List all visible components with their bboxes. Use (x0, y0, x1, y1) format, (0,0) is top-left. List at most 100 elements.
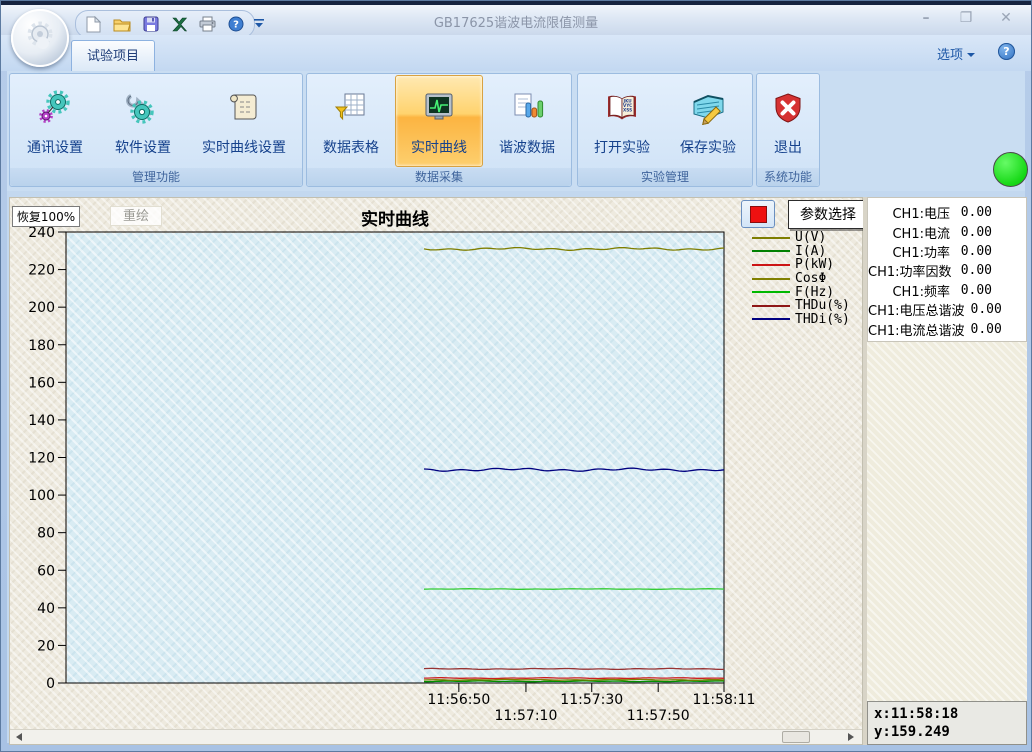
help-icon[interactable]: ? (228, 16, 244, 32)
quick-access-toolbar: ? (75, 10, 255, 38)
app-window: GB17625谐波电流限值测量 – ❐ ✕ (0, 0, 1032, 752)
gears-icon (37, 89, 73, 127)
svg-text:20: 20 (37, 638, 55, 654)
reading-label: CH1:电流 (868, 223, 950, 242)
options-menu[interactable]: 选项 (937, 44, 975, 63)
group-label-experiment: 实验管理 (578, 168, 752, 186)
legend-swatch (752, 291, 790, 293)
legend-label: THDi(%) (795, 312, 850, 327)
qat-customize-icon[interactable] (253, 14, 267, 30)
svg-text:180: 180 (28, 338, 55, 354)
ribbon: 通讯设置 软件设置 (7, 71, 1025, 191)
reading-row: CH1:电压总谐波0.00 (868, 300, 1026, 319)
scroll-left-arrow-icon[interactable] (16, 733, 22, 741)
svg-text:220: 220 (28, 263, 55, 279)
side-panel-background (867, 342, 1027, 701)
reading-value: 0.00 (965, 322, 1002, 337)
chart-legend: U(V) I(A) P(kW) CosΦ F(Hz) THDu(%) THDi(… (752, 231, 868, 326)
scroll-right-arrow-icon[interactable] (848, 733, 854, 741)
legend-swatch (752, 264, 790, 266)
maximize-button[interactable]: ❐ (953, 9, 979, 27)
cursor-x: x:11:58:18 (874, 705, 1020, 723)
channel-readings-panel: CH1:电压0.00 CH1:电流0.00 CH1:功率0.00 CH1:功率因… (867, 197, 1027, 342)
data-table-icon (333, 89, 369, 127)
svg-text:0: 0 (46, 676, 55, 692)
button-software-settings[interactable]: 软件设置 (99, 76, 187, 166)
plot-area[interactable] (67, 233, 724, 683)
svg-text:40: 40 (37, 601, 55, 617)
reading-row: CH1:功率因数0.00 (868, 261, 1026, 280)
svg-text:200: 200 (28, 300, 55, 316)
button-label: 打开实验 (594, 137, 650, 157)
reading-row: CH1:电流总谐波0.00 (868, 319, 1026, 338)
chevron-down-icon (967, 53, 975, 57)
reading-row: CH1:频率0.00 (868, 281, 1026, 300)
reading-row: CH1:功率0.00 (868, 242, 1026, 261)
ribbon-group-experiment: JKU VYC XSS 打开实验 (577, 73, 753, 187)
button-label: 实时曲线 (411, 137, 467, 157)
options-label: 选项 (937, 44, 963, 63)
button-label: 数据表格 (323, 137, 379, 157)
close-button[interactable]: ✕ (993, 9, 1019, 27)
legend-item: THDi(%) (752, 313, 868, 327)
ribbon-group-system: 退出 系统功能 (756, 73, 820, 187)
group-label-data-acquisition: 数据采集 (307, 168, 571, 186)
legend-item: U(V) (752, 231, 868, 245)
new-document-icon[interactable] (86, 16, 101, 33)
legend-swatch (752, 278, 790, 280)
print-icon[interactable] (199, 16, 216, 32)
svg-text:11:57:50: 11:57:50 (627, 708, 690, 724)
legend-swatch (752, 305, 790, 307)
reading-value: 0.00 (952, 263, 992, 278)
button-save-experiment[interactable]: 保存实验 (665, 76, 751, 166)
legend-item: P(kW) (752, 258, 868, 272)
button-exit[interactable]: 退出 (759, 76, 817, 166)
legend-item: THDu(%) (752, 299, 868, 313)
button-open-experiment[interactable]: JKU VYC XSS 打开实验 (579, 76, 665, 166)
legend-item: CosΦ (752, 272, 868, 286)
svg-text:120: 120 (28, 451, 55, 467)
realtime-curve-panel: 24022020018016014012010080604020011:56:5… (9, 197, 863, 745)
button-label: 通讯设置 (27, 137, 83, 157)
cursor-y: y:159.249 (874, 723, 1020, 741)
reading-label: CH1:电压总谐波 (868, 300, 965, 319)
button-communication-settings[interactable]: 通讯设置 (11, 76, 99, 166)
reading-label: CH1:电压 (868, 203, 950, 222)
excel-export-icon[interactable] (171, 17, 187, 32)
scrollbar-thumb[interactable] (782, 731, 810, 743)
app-menu-orb[interactable] (11, 9, 69, 67)
button-label: 实时曲线设置 (202, 137, 286, 157)
status-indicator (993, 152, 1028, 187)
save-icon[interactable] (143, 16, 159, 32)
stop-button[interactable] (741, 200, 775, 228)
parameter-select-button[interactable]: 参数选择 (788, 200, 868, 229)
cursor-coordinates-panel: x:11:58:18 y:159.249 (867, 701, 1027, 745)
svg-text:11:56:50: 11:56:50 (427, 692, 490, 708)
harmonic-data-icon (509, 89, 545, 127)
ribbon-help-icon[interactable]: ? (998, 43, 1015, 60)
button-label: 谐波数据 (499, 137, 555, 157)
chart-title: 实时曲线 (66, 205, 724, 230)
realtime-curve-icon (421, 89, 457, 127)
legend-item: F(Hz) (752, 285, 868, 299)
open-folder-icon[interactable] (113, 17, 131, 32)
reading-value: 0.00 (950, 205, 992, 220)
tab-test-project[interactable]: 试验项目 (71, 40, 155, 72)
horizontal-scrollbar[interactable] (10, 729, 862, 744)
reading-label: CH1:功率因数 (868, 261, 952, 280)
button-label: 保存实验 (680, 137, 736, 157)
reading-value: 0.00 (950, 283, 992, 298)
svg-text:80: 80 (37, 526, 55, 542)
button-data-table[interactable]: 数据表格 (307, 76, 395, 166)
reading-value: 0.00 (950, 225, 992, 240)
button-realtime-curve-settings[interactable]: 实时曲线设置 (187, 76, 301, 166)
button-realtime-curve[interactable]: 实时曲线 (395, 75, 483, 167)
save-experiment-icon (690, 89, 726, 127)
legend-swatch (752, 237, 790, 239)
open-experiment-icon: JKU VYC XSS (604, 89, 640, 127)
gear-orb-icon (23, 19, 57, 57)
minimize-button[interactable]: – (913, 9, 939, 27)
button-harmonic-data[interactable]: 谐波数据 (483, 76, 571, 166)
ribbon-group-management: 通讯设置 软件设置 (9, 73, 303, 187)
svg-text:11:57:30: 11:57:30 (560, 692, 623, 708)
